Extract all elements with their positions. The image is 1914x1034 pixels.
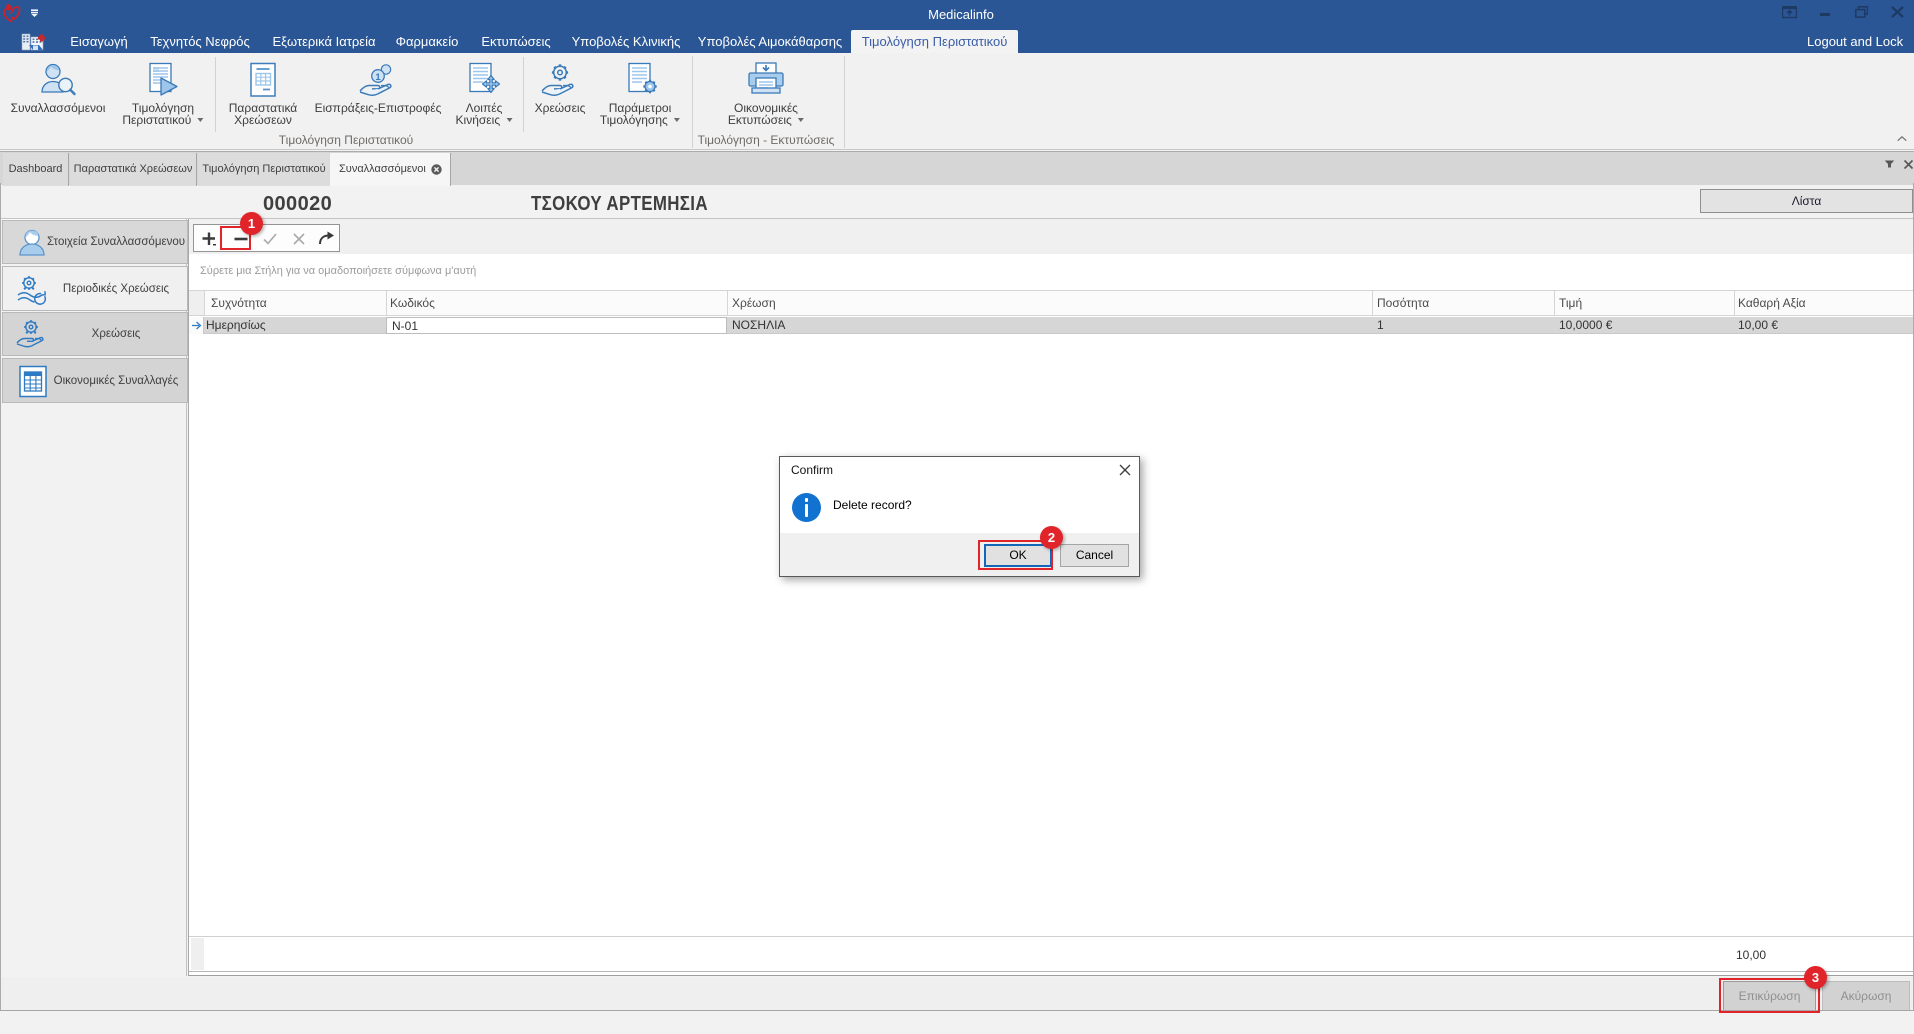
- svg-text:1: 1: [375, 72, 381, 83]
